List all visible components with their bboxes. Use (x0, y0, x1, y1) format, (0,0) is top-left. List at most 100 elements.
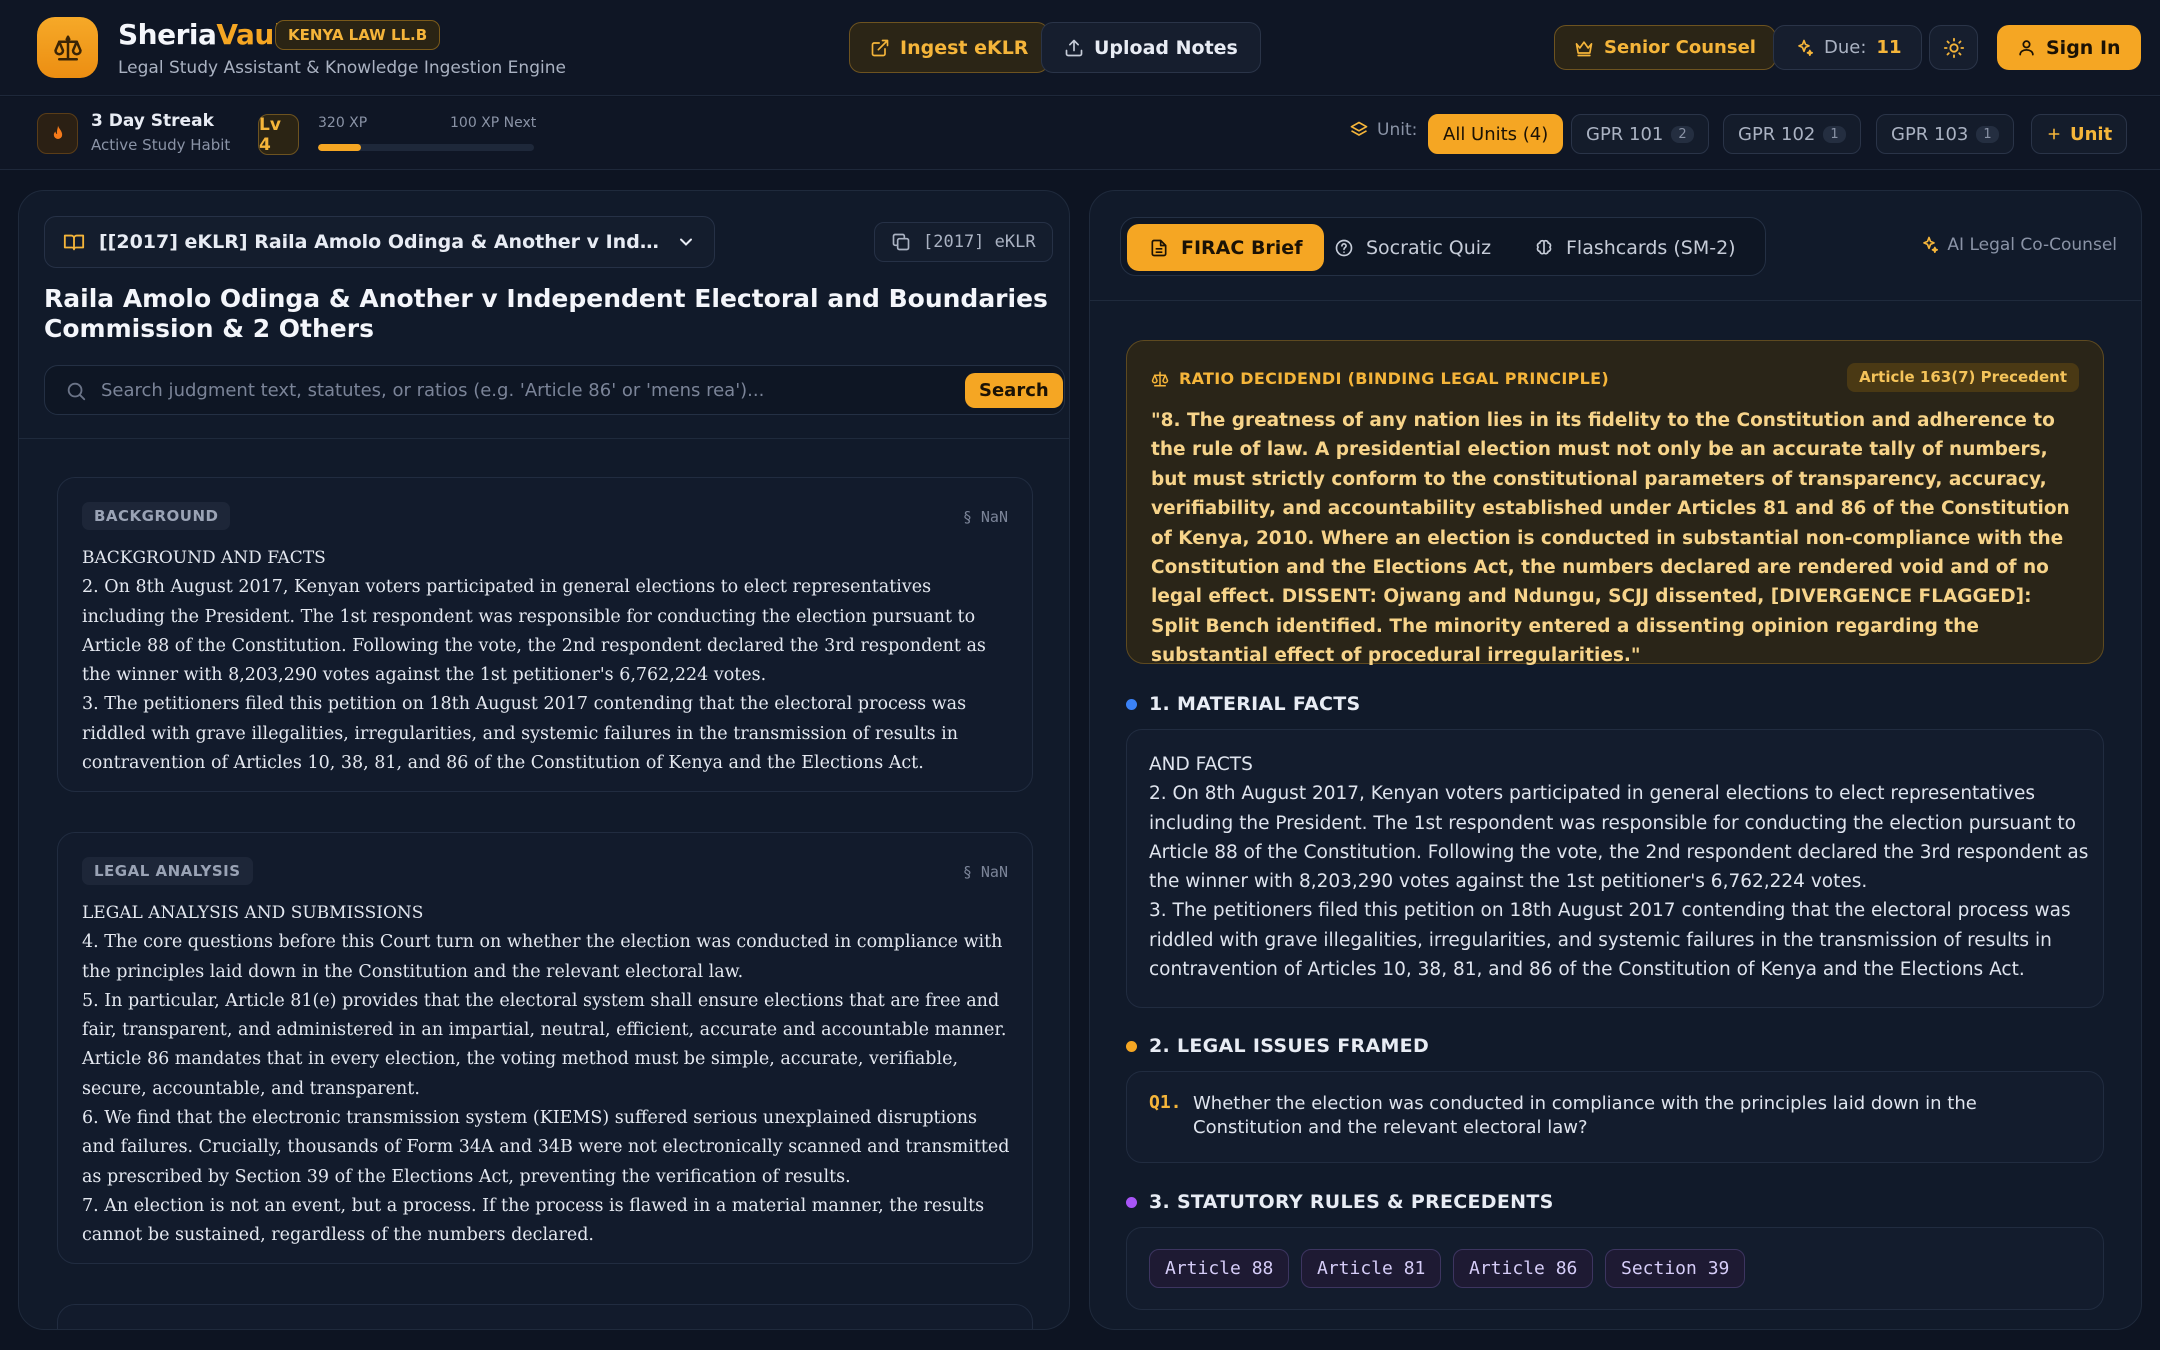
file-text-icon (1151, 239, 1167, 256)
layers-icon (1350, 121, 1368, 136)
material-facts-heading: 1. MATERIAL FACTS (1126, 693, 1360, 715)
legal-issues-heading: 2. LEGAL ISSUES FRAMED (1126, 1035, 1429, 1057)
search-icon (67, 382, 86, 401)
ingest-label: Ingest eKLR (900, 36, 1029, 59)
tab-socratic-quiz[interactable]: Socratic Quiz (1312, 224, 1513, 271)
unit-chip-label: GPR 103 (1891, 123, 1969, 145)
due-label: Due: (1824, 37, 1867, 58)
section-card-next (57, 1304, 1033, 1329)
section-card-legal-analysis: LEGAL ANALYSIS § NaN LEGAL ANALYSIS AND … (57, 832, 1033, 1264)
facts-paragraph: AND FACTS (1149, 754, 1253, 775)
help-circle-icon (1335, 239, 1353, 256)
ratio-label: RATIO DECIDENDI (BINDING LEGAL PRINCIPLE… (1179, 369, 1609, 388)
unit-chip-all[interactable]: All Units (4) (1428, 114, 1564, 154)
judgment-panel: [[2017] eKLR] Raila Amolo Odinga & Anoth… (18, 190, 1070, 1330)
sparkles-icon (1798, 39, 1813, 56)
level-badge: Lv 4 (258, 114, 299, 155)
co-counsel-label: AI Legal Co-Counsel (1947, 235, 2117, 255)
scales-logo-icon (37, 17, 98, 78)
user-icon (2019, 40, 2034, 56)
tab-flashcards[interactable]: Flashcards (SM-2) (1512, 224, 1758, 271)
section-card-background: BACKGROUND § NaN BACKGROUND AND FACTS 2.… (57, 477, 1033, 792)
section-paragraph: 6. We find that the electronic transmiss… (82, 1108, 1010, 1187)
ratio-heading: RATIO DECIDENDI (BINDING LEGAL PRINCIPLE… (1151, 369, 1609, 388)
due-cards-button[interactable]: Due: 11 (1773, 25, 1923, 70)
section-tag: BACKGROUND (82, 502, 231, 530)
add-unit-label: Unit (2070, 123, 2113, 145)
upload-notes-button[interactable]: Upload Notes (1041, 22, 1261, 73)
xp-next: 100 XP Next (450, 115, 537, 131)
sign-in-label: Sign In (2046, 36, 2121, 59)
add-unit-button[interactable]: Unit (2031, 114, 2128, 154)
upload-icon (1065, 39, 1083, 56)
sparkles-icon (1923, 236, 1939, 253)
ratio-text: "8. The greatness of any nation lies in … (1151, 410, 2070, 667)
unit-chip-gpr103[interactable]: GPR 103 1 (1876, 114, 2014, 154)
tab-label: FIRAC Brief (1181, 236, 1303, 259)
section-heading: BACKGROUND AND FACTS (82, 548, 326, 568)
section-paragraph: 4. The core questions before this Court … (82, 932, 1003, 982)
section-tag: LEGAL ANALYSIS (82, 857, 253, 885)
book-open-icon (63, 234, 85, 251)
case-selector[interactable]: [[2017] eKLR] Raila Amolo Odinga & Anoth… (44, 216, 715, 268)
brain-icon (1536, 239, 1552, 254)
section-body: LEGAL ANALYSIS AND SUBMISSIONS 4. The co… (82, 899, 1012, 1251)
section-ref: § NaN (962, 863, 1008, 881)
tab-label: Socratic Quiz (1366, 236, 1492, 259)
unit-chip-label: GPR 102 (1738, 123, 1816, 145)
copy-citation-button[interactable]: [2017] eKLR (874, 222, 1053, 262)
tab-firac-brief[interactable]: FIRAC Brief (1127, 224, 1325, 271)
xp-current: 320 XP (318, 115, 368, 131)
crown-icon (1575, 40, 1593, 56)
sign-in-button[interactable]: Sign In (1997, 25, 2141, 70)
brief-tabs-header: FIRAC Brief Socratic Quiz Flashcards (SM… (1090, 191, 2141, 301)
ai-co-counsel-button[interactable]: AI Legal Co-Counsel (1919, 235, 2117, 255)
sun-icon (1943, 37, 1964, 58)
senior-counsel-button[interactable]: Senior Counsel (1554, 25, 1776, 70)
issue-text: Whether the election was conducted in co… (1193, 1093, 1977, 1138)
statute-chip[interactable]: Article 88 (1149, 1249, 1290, 1288)
facts-paragraph: 2. On 8th August 2017, Kenyan voters par… (1149, 783, 2089, 893)
counsel-label: Senior Counsel (1604, 37, 1756, 58)
facts-paragraph: 3. The petitioners filed this petition o… (1149, 900, 2071, 981)
streak-title: 3 Day Streak (91, 111, 214, 131)
search-button[interactable]: Search (965, 373, 1063, 408)
section-body: BACKGROUND AND FACTS 2. On 8th August 20… (82, 544, 1012, 778)
legal-issue-box: Q1. Whether the election was conducted i… (1126, 1071, 2104, 1163)
judgment-search: Search (44, 365, 1065, 415)
unit-chip-count: 1 (1976, 125, 1999, 143)
heading-text: 1. MATERIAL FACTS (1149, 693, 1361, 715)
citation-text: [2017] eKLR (923, 232, 1036, 252)
unit-chip-gpr102[interactable]: GPR 102 1 (1723, 114, 1861, 154)
statute-chip[interactable]: Article 81 (1301, 1249, 1442, 1288)
app-header: SheriaVault KENYA LAW LL.B Legal Study A… (0, 0, 2160, 96)
bullet-dot (1126, 698, 1137, 710)
upload-label: Upload Notes (1094, 36, 1238, 59)
issue-number: Q1. (1149, 1092, 1182, 1113)
case-selector-text: [[2017] eKLR] Raila Amolo Odinga & Anoth… (99, 231, 662, 253)
heading-text: 3. STATUTORY RULES & PRECEDENTS (1149, 1191, 1554, 1213)
bullet-dot (1126, 1040, 1137, 1052)
plus-icon (2048, 128, 2060, 140)
statutory-rules-heading: 3. STATUTORY RULES & PRECEDENTS (1126, 1191, 1554, 1213)
ratio-decidendi-card: RATIO DECIDENDI (BINDING LEGAL PRINCIPLE… (1126, 340, 2104, 666)
section-ref: § NaN (962, 508, 1008, 526)
theme-toggle-button[interactable] (1929, 25, 1978, 70)
statute-chip[interactable]: Article 86 (1453, 1249, 1594, 1288)
section-paragraph: 5. In particular, Article 81(e) provides… (82, 990, 1007, 1099)
unit-chip-label: GPR 101 (1586, 123, 1664, 145)
statute-chip[interactable]: Section 39 (1605, 1249, 1746, 1288)
section-paragraph: 2. On 8th August 2017, Kenyan voters par… (82, 577, 986, 686)
section-paragraph: 7. An election is not an event, but a pr… (82, 1195, 985, 1246)
unit-chip-gpr101[interactable]: GPR 101 2 (1571, 114, 1709, 154)
search-input[interactable] (101, 366, 931, 414)
chevron-down-icon (680, 238, 692, 246)
facts-text: AND FACTS 2. On 8th August 2017, Kenyan … (1149, 750, 2089, 984)
copy-icon (892, 233, 910, 251)
brief-panel: FIRAC Brief Socratic Quiz Flashcards (SM… (1089, 190, 2142, 1330)
ingest-ekl-button[interactable]: Ingest eKLR (849, 22, 1050, 73)
xp-progress-bar (318, 144, 534, 151)
brand-badge: KENYA LAW LL.B (275, 20, 441, 50)
streak-subtitle: Active Study Habit (91, 136, 231, 154)
section-paragraph: 3. The petitioners filed this petition o… (82, 694, 967, 774)
